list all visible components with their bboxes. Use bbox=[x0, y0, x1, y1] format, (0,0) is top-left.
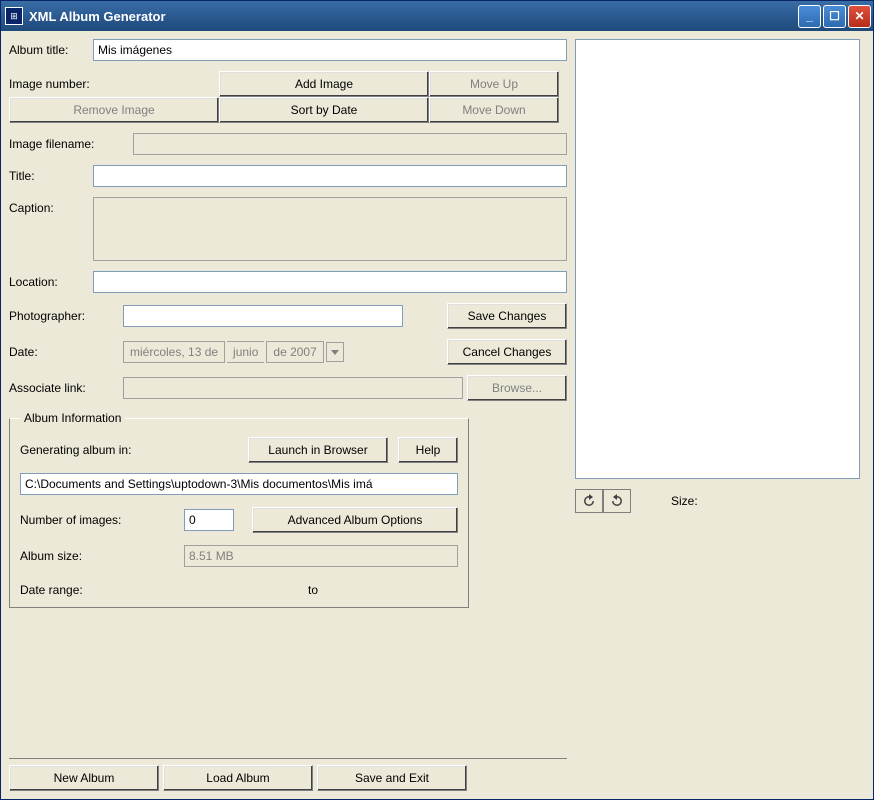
associate-link-input bbox=[123, 377, 463, 399]
album-title-row: Album title: bbox=[9, 39, 567, 61]
num-images-input[interactable] bbox=[184, 509, 234, 531]
content-area: Album title: Image number: Add Image Mov… bbox=[1, 31, 873, 799]
rotate-left-icon bbox=[581, 493, 597, 509]
maximize-button[interactable]: ☐ bbox=[823, 5, 846, 28]
num-images-row: Number of images: Advanced Album Options bbox=[20, 507, 458, 533]
album-size-label: Album size: bbox=[20, 549, 180, 563]
launch-in-browser-button[interactable]: Launch in Browser bbox=[248, 437, 388, 463]
album-title-label: Album title: bbox=[9, 43, 89, 57]
remove-image-button[interactable]: Remove Image bbox=[9, 97, 219, 123]
date-month: junio bbox=[227, 341, 264, 363]
titlebar: ⊞ XML Album Generator _ ☐ ✕ bbox=[1, 1, 873, 31]
app-icon: ⊞ bbox=[5, 7, 23, 25]
save-and-exit-button[interactable]: Save and Exit bbox=[317, 765, 467, 791]
date-picker[interactable]: miércoles, 13 de junio de 2007 bbox=[123, 341, 344, 363]
associate-link-label: Associate link: bbox=[9, 381, 119, 395]
save-changes-button[interactable]: Save Changes bbox=[447, 303, 567, 329]
date-range-row: Date range: to bbox=[20, 583, 458, 597]
left-column: Album title: Image number: Add Image Mov… bbox=[9, 39, 567, 791]
date-year: de 2007 bbox=[266, 341, 323, 363]
date-range-label: Date range: bbox=[20, 583, 180, 597]
album-info-legend: Album Information bbox=[20, 411, 125, 425]
add-image-button[interactable]: Add Image bbox=[219, 71, 429, 97]
image-preview bbox=[575, 39, 860, 479]
advanced-album-options-button[interactable]: Advanced Album Options bbox=[252, 507, 458, 533]
caption-row: Caption: bbox=[9, 197, 567, 261]
generating-label: Generating album in: bbox=[20, 443, 244, 457]
album-info-group: Album Information Generating album in: L… bbox=[9, 411, 469, 608]
generating-row: Generating album in: Launch in Browser H… bbox=[20, 437, 458, 463]
right-column: Size: bbox=[575, 39, 865, 791]
title-label: Title: bbox=[9, 169, 89, 183]
photographer-input[interactable] bbox=[123, 305, 403, 327]
rotate-right-button[interactable] bbox=[603, 489, 631, 513]
title-input[interactable] bbox=[93, 165, 567, 187]
album-path-input[interactable] bbox=[20, 473, 458, 495]
album-size-value bbox=[184, 545, 458, 567]
photographer-row: Photographer: Save Changes bbox=[9, 303, 567, 329]
app-window: ⊞ XML Album Generator _ ☐ ✕ Album title:… bbox=[0, 0, 874, 800]
album-title-input[interactable] bbox=[93, 39, 567, 61]
associate-link-row: Associate link: Browse... bbox=[9, 375, 567, 401]
image-filename-input bbox=[133, 133, 567, 155]
image-controls: Image number: Add Image Move Up Remove I… bbox=[9, 71, 567, 123]
date-weekday: miércoles, 13 de bbox=[123, 341, 225, 363]
date-label: Date: bbox=[9, 345, 119, 359]
size-label: Size: bbox=[671, 494, 698, 508]
close-button[interactable]: ✕ bbox=[848, 5, 871, 28]
photographer-label: Photographer: bbox=[9, 309, 119, 323]
footer-buttons: New Album Load Album Save and Exit bbox=[9, 758, 567, 791]
rotate-controls: Size: bbox=[575, 489, 865, 513]
album-size-row: Album size: bbox=[20, 545, 458, 567]
date-range-to-label: to bbox=[308, 583, 318, 597]
location-label: Location: bbox=[9, 275, 89, 289]
location-input[interactable] bbox=[93, 271, 567, 293]
window-title: XML Album Generator bbox=[29, 9, 798, 24]
location-row: Location: bbox=[9, 271, 567, 293]
help-button[interactable]: Help bbox=[398, 437, 458, 463]
rotate-right-icon bbox=[609, 493, 625, 509]
image-filename-row: Image filename: bbox=[9, 133, 567, 155]
new-album-button[interactable]: New Album bbox=[9, 765, 159, 791]
cancel-changes-button[interactable]: Cancel Changes bbox=[447, 339, 567, 365]
minimize-button[interactable]: _ bbox=[798, 5, 821, 28]
rotate-left-button[interactable] bbox=[575, 489, 603, 513]
date-row: Date: miércoles, 13 de junio de 2007 Can… bbox=[9, 339, 567, 365]
load-album-button[interactable]: Load Album bbox=[163, 765, 313, 791]
window-controls: _ ☐ ✕ bbox=[798, 5, 871, 28]
browse-button[interactable]: Browse... bbox=[467, 375, 567, 401]
move-up-button[interactable]: Move Up bbox=[429, 71, 559, 97]
caption-label: Caption: bbox=[9, 197, 89, 215]
move-down-button[interactable]: Move Down bbox=[429, 97, 559, 123]
num-images-label: Number of images: bbox=[20, 513, 180, 527]
image-filename-label: Image filename: bbox=[9, 137, 129, 151]
chevron-down-icon[interactable] bbox=[326, 342, 344, 362]
image-number-label: Image number: bbox=[9, 71, 219, 97]
sort-by-date-button[interactable]: Sort by Date bbox=[219, 97, 429, 123]
title-row: Title: bbox=[9, 165, 567, 187]
caption-input bbox=[93, 197, 567, 261]
